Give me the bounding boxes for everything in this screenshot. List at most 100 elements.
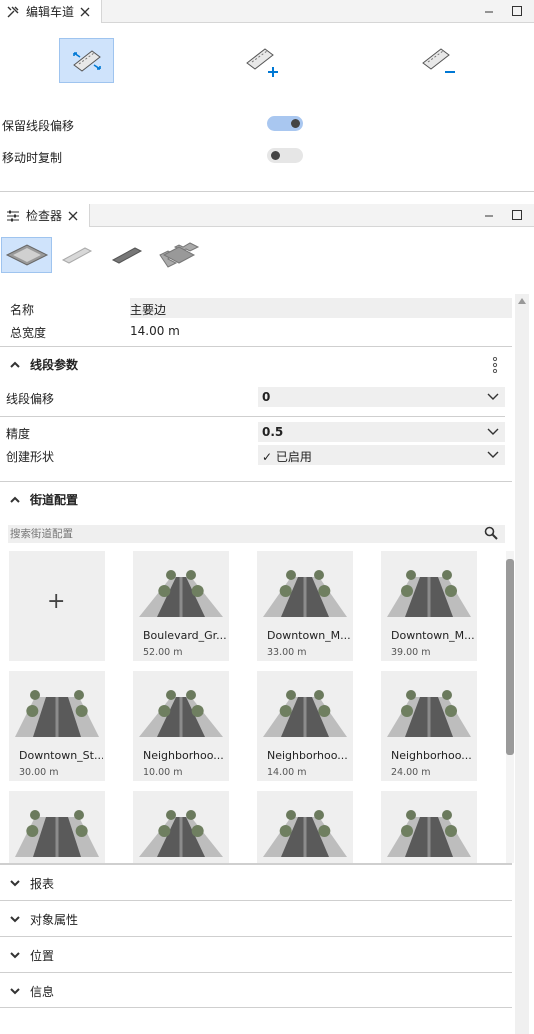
width-label: 总宽度: [10, 326, 47, 340]
street-thumbnail-icon: [263, 570, 347, 617]
street-config-name: Neighborhoo...: [267, 749, 348, 762]
scroll-up-icon[interactable]: [518, 298, 526, 304]
street-config-width: 33.00 m: [267, 647, 307, 658]
street-config-card[interactable]: Neighborhoo... 14.00 m: [257, 671, 353, 781]
filter-street-block[interactable]: [1, 237, 52, 273]
tab-inspector[interactable]: 检查器: [0, 204, 90, 227]
chevron-down-icon: [10, 952, 20, 959]
remove-lane-icon: [422, 48, 455, 73]
edit-lane-tool-button[interactable]: [59, 38, 114, 83]
street-config-search[interactable]: [8, 525, 505, 543]
dropdown-value: 0.5: [262, 425, 284, 439]
name-value[interactable]: 主要边: [130, 298, 512, 318]
filter-intersection[interactable]: [156, 240, 202, 270]
street-config-card[interactable]: Neighborhoo... 10.00 m: [133, 671, 229, 781]
report-section[interactable]: 报表: [0, 864, 512, 900]
inspector-tabbar: 检查器: [0, 204, 534, 227]
street-thumbnail-icon: [15, 690, 99, 737]
street-config-width: 24.00 m: [391, 767, 431, 778]
inspector-pane: 检查器 名称 主要边 总宽度 14.00 m 线段参数 线段偏移 0 精度 0.…: [0, 204, 534, 1034]
minimize-icon[interactable]: [482, 208, 496, 222]
street-config-width: 14.00 m: [267, 767, 307, 778]
add-lane-tool-button[interactable]: [240, 40, 284, 80]
street-config-width: 10.00 m: [143, 767, 183, 778]
dropdown-value: 0: [262, 390, 271, 404]
street-config-card[interactable]: [257, 791, 353, 863]
keep-offset-label: 保留线段偏移: [2, 119, 75, 133]
object-attributes-section[interactable]: 对象属性: [0, 900, 512, 936]
scrollbar-track[interactable]: [515, 294, 529, 1034]
chevron-down-icon: [487, 393, 499, 400]
name-label: 名称: [10, 303, 35, 317]
street-config-card[interactable]: [133, 791, 229, 863]
close-icon[interactable]: [80, 7, 90, 17]
segment-icon: [61, 247, 93, 264]
copy-on-move-toggle[interactable]: [267, 148, 303, 163]
street-config-card[interactable]: Boulevard_Gr... 52.00 m: [133, 551, 229, 661]
street-config-section[interactable]: 街道配置: [0, 481, 512, 517]
tab-edit-lane[interactable]: 编辑车道: [0, 0, 102, 23]
filter-segment[interactable]: [58, 242, 96, 268]
street-config-name: Downtown_M...: [267, 629, 351, 642]
street-config-name: Downtown_St...: [19, 749, 103, 762]
edit-lane-icon: [72, 49, 101, 72]
street-thumbnail-icon: [387, 810, 471, 857]
position-section[interactable]: 位置: [0, 936, 512, 972]
street-thumbnail-icon: [139, 690, 223, 737]
section-title: 线段参数: [30, 358, 79, 372]
minimize-icon[interactable]: [482, 4, 496, 18]
width-row: 总宽度 14.00 m: [0, 321, 512, 341]
street-config-card[interactable]: [381, 791, 477, 863]
street-thumbnail-icon: [15, 810, 99, 857]
street-config-name: Neighborhoo...: [143, 749, 224, 762]
precision-label: 精度: [6, 427, 31, 441]
precision-dropdown[interactable]: 0.5: [258, 422, 505, 442]
name-row: 名称 主要边: [0, 298, 512, 318]
chevron-down-icon: [10, 880, 20, 887]
chevron-down-icon: [10, 988, 20, 995]
create-shape-dropdown[interactable]: ✓ 已启用: [258, 445, 505, 465]
more-options-icon[interactable]: [492, 357, 498, 373]
street-config-width: 30.00 m: [19, 767, 59, 778]
chevron-down-icon: [487, 428, 499, 435]
plus-icon: +: [47, 589, 66, 614]
divider: [0, 416, 505, 417]
street-config-card[interactable]: Downtown_St... 30.00 m: [9, 671, 105, 781]
street-block-icon: [5, 244, 48, 266]
filter-edge[interactable]: [108, 242, 146, 268]
section-title: 街道配置: [30, 493, 79, 507]
street-thumbnail-icon: [263, 690, 347, 737]
street-config-card[interactable]: Downtown_M... 39.00 m: [381, 551, 477, 661]
section-title: 位置: [30, 949, 55, 963]
street-config-card[interactable]: Downtown_M... 33.00 m: [257, 551, 353, 661]
width-value: 14.00 m: [130, 324, 180, 338]
street-thumbnail-icon: [139, 810, 223, 857]
add-config-card[interactable]: +: [9, 551, 105, 661]
segment-params-section[interactable]: 线段参数: [0, 346, 512, 382]
section-title: 信息: [30, 985, 55, 999]
maximize-icon[interactable]: [510, 208, 524, 222]
street-thumbnail-icon: [263, 810, 347, 857]
segment-offset-dropdown[interactable]: 0: [258, 387, 505, 407]
street-config-card[interactable]: [9, 791, 105, 863]
remove-lane-tool-button[interactable]: [416, 40, 460, 80]
add-lane-icon: [246, 48, 278, 77]
keep-offset-toggle[interactable]: [267, 116, 303, 131]
chevron-up-icon: [10, 496, 20, 503]
street-config-name: Boulevard_Gr...: [143, 629, 227, 642]
edit-lane-pane: 编辑车道 保留线段偏移 移动时复制: [0, 0, 534, 192]
tab-label: 编辑车道: [26, 5, 75, 19]
close-icon[interactable]: [68, 211, 78, 221]
maximize-icon[interactable]: [510, 4, 524, 18]
street-config-card[interactable]: Neighborhoo... 24.00 m: [381, 671, 477, 781]
street-config-width: 39.00 m: [391, 647, 431, 658]
info-section[interactable]: 信息: [0, 972, 512, 1008]
search-icon[interactable]: [484, 526, 498, 540]
chevron-down-icon: [487, 451, 499, 458]
search-input[interactable]: [10, 526, 470, 542]
chevron-up-icon: [10, 361, 20, 368]
street-thumbnail-icon: [139, 570, 223, 617]
gallery-scrollbar[interactable]: [506, 551, 514, 863]
gallery-scroll-thumb[interactable]: [506, 559, 514, 755]
street-thumbnail-icon: [387, 690, 471, 737]
